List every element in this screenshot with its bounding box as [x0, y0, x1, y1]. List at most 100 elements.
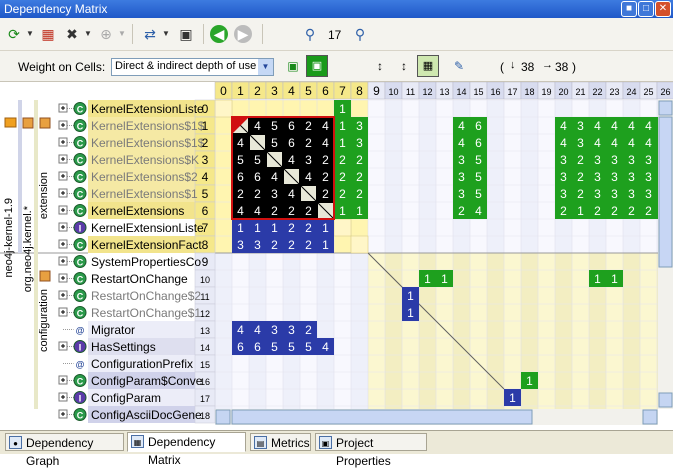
tree-extension: extension	[38, 172, 50, 220]
row-label[interactable]: RestartOnChange	[91, 272, 188, 286]
row-label[interactable]: KernelExtensionListe	[91, 221, 204, 235]
tab-label: Dependency Matrix	[148, 435, 216, 467]
matrix-cell-value: 4	[560, 119, 567, 133]
matrix-cell-value: 4	[322, 119, 329, 133]
vertical-scroll-thumb[interactable]	[658, 116, 673, 268]
matrix-cell-value: 2	[305, 221, 312, 235]
row-number: 6	[202, 204, 209, 218]
matrix-cell-value: 2	[594, 204, 601, 218]
scroll-up-icon[interactable]	[658, 100, 673, 116]
tab-metrics[interactable]: ▤ Metrics	[250, 433, 311, 451]
tree-level2: org.neo4j.kernel.*	[22, 206, 34, 293]
collapse-icon[interactable]: ▣	[283, 56, 303, 76]
expand-icon[interactable]: ▣	[306, 55, 328, 77]
tab-dependency-graph[interactable]: ● Dependency Graph	[5, 433, 124, 468]
type-glyph: C	[77, 139, 84, 149]
package-icon	[39, 117, 51, 129]
export-icon[interactable]: ⇄	[140, 24, 160, 44]
matrix-cell-value: 1	[611, 272, 618, 286]
matrix-cell-value: 4	[611, 136, 618, 150]
move-down-icon[interactable]: ↕	[394, 56, 414, 76]
type-glyph: @	[76, 360, 85, 370]
matrix-cell-value: 1	[526, 374, 533, 388]
matrix-cell-value: 2	[356, 187, 363, 201]
matrix-cell-value: 2	[322, 170, 329, 184]
scroll-left-icon[interactable]	[215, 409, 231, 425]
column-header-label: 22	[592, 87, 602, 97]
matrix-cell-value: 4	[237, 323, 244, 337]
row-number: 12	[200, 309, 210, 319]
row-label[interactable]: ConfigParam	[91, 391, 161, 405]
row-label[interactable]: KernelExtensions$1$	[91, 119, 205, 133]
weight-select[interactable]: Direct & indirect depth of use ▼	[111, 58, 274, 76]
minimize-icon[interactable]: ■	[621, 1, 637, 17]
matrix-cell-value: 6	[254, 340, 261, 354]
matrix-cell-value: 3	[237, 238, 244, 252]
refresh-dropdown-icon[interactable]: ▼	[26, 24, 34, 44]
matrix-cell-value: 1	[594, 272, 601, 286]
export-dropdown-icon[interactable]: ▼	[162, 24, 170, 44]
column-header-label: 3	[271, 84, 278, 98]
matrix-cell-value: 6	[288, 136, 295, 150]
back-icon[interactable]: ◀	[210, 25, 228, 43]
scroll-down-icon[interactable]	[658, 392, 673, 408]
row-label[interactable]: KernelExtensions$2	[91, 170, 198, 184]
matrix-cell-value: 3	[645, 170, 652, 184]
row-label[interactable]: RestartOnChange$1	[91, 306, 201, 320]
row-label[interactable]: KernelExtensionListe	[91, 102, 204, 116]
row-label[interactable]: RestartOnChange$2	[91, 289, 201, 303]
package-icon	[22, 117, 34, 129]
row-label[interactable]: HasSettings	[91, 340, 156, 354]
row-label[interactable]: KernelExtensions$K	[91, 153, 199, 167]
matrix-grid-icon[interactable]: ▦	[38, 24, 58, 44]
matrix-cell-value: 1	[407, 289, 414, 303]
refresh-icon[interactable]: ⟳	[4, 24, 24, 44]
type-glyph: C	[77, 173, 84, 183]
row-label[interactable]: SystemPropertiesCo	[91, 255, 201, 269]
matrix-cell-value: 3	[271, 323, 278, 337]
type-glyph: C	[77, 292, 84, 302]
matrix-cell-value: 1	[322, 221, 329, 235]
tab-project-properties[interactable]: ▣ Project Properties	[315, 433, 427, 468]
remove-dropdown-icon[interactable]: ▼	[84, 24, 92, 44]
disabled-dropdown-icon: ▼	[118, 29, 126, 38]
matrix-cell-value: 3	[577, 136, 584, 150]
row-label[interactable]: Migrator	[91, 323, 135, 337]
matrix-cell-value: 2	[577, 187, 584, 201]
matrix-cell-value: 5	[254, 153, 261, 167]
matrix-cell-value: 5	[237, 153, 244, 167]
matrix-cell-value: 3	[628, 187, 635, 201]
camera-icon[interactable]: ▣	[176, 24, 196, 44]
row-label[interactable]: KernelExtensions$1$	[91, 136, 205, 150]
matrix-cell-value: 2	[288, 238, 295, 252]
chevron-down-icon[interactable]: ▼	[258, 59, 273, 75]
horizontal-scroll-thumb[interactable]	[231, 409, 533, 425]
row-label[interactable]: ConfigParam$Conve	[91, 374, 203, 388]
row-label[interactable]: ConfigAsciiDocGene	[91, 408, 202, 422]
tab-dependency-matrix[interactable]: ▦ Dependency Matrix	[127, 432, 246, 467]
column-header-label: 4	[288, 84, 295, 98]
report-icon[interactable]: ✎	[449, 56, 469, 76]
column-header-label: 18	[524, 87, 534, 97]
matrix-cell-value: 6	[254, 170, 261, 184]
row-label[interactable]: ConfigurationPrefix	[91, 357, 193, 371]
type-glyph: C	[77, 241, 84, 251]
matrix-cell-value: 3	[560, 187, 567, 201]
matrix-cell-value: 4	[628, 136, 635, 150]
matrix-cell-value: 1	[424, 272, 431, 286]
zoom-out-icon[interactable]: ⚲	[350, 24, 370, 44]
scroll-right-icon[interactable]	[642, 409, 658, 425]
row-number: 7	[202, 221, 209, 235]
row-label[interactable]: KernelExtensions$1	[91, 187, 198, 201]
close-icon[interactable]: ✕	[655, 1, 671, 17]
matrix-view-icon[interactable]: ▦	[417, 55, 439, 77]
matrix-cell-value: 4	[645, 119, 652, 133]
matrix-cell-value: 1	[339, 119, 346, 133]
row-label[interactable]: KernelExtensions	[91, 204, 184, 218]
row-label[interactable]: KernelExtensionFact	[91, 238, 202, 252]
zoom-in-icon[interactable]: ⚲	[300, 24, 320, 44]
matrix-cell-value: 3	[560, 153, 567, 167]
restore-icon[interactable]: □	[638, 1, 654, 17]
remove-icon[interactable]: ✖	[62, 24, 82, 44]
move-up-icon[interactable]: ↕	[370, 56, 390, 76]
